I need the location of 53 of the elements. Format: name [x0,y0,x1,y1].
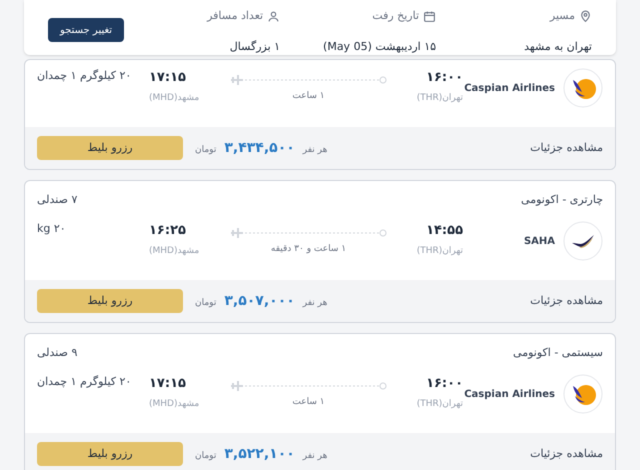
seats-left: ۷ صندلی [37,192,78,208]
field-value: ۱ بزرگسال [230,38,280,55]
departure-time: ۱۶:۰۰ [426,69,463,87]
departure-time: ۱۶:۰۰ [426,375,463,393]
currency-label: تومان [195,296,216,310]
person-icon [267,10,280,23]
airline-name: Caspian Airlines [464,388,555,402]
flight-duration: ۱ ساعت [292,396,325,409]
per-person-label: هر نفر [302,296,328,310]
currency-label: تومان [195,450,216,462]
currency-label: تومان [195,144,216,156]
flight-duration: ۱ ساعت [292,90,325,103]
baggage-allowance: kg ۲۰ [37,221,66,237]
book-ticket-button[interactable]: رزرو بلیط [37,289,183,313]
departure-city: تهران(THR) [416,398,463,410]
arrival-time: ۱۷:۱۵ [149,69,186,87]
ticket-price: ۳,۵۲۲,۱۰۰ [224,444,295,464]
book-ticket-button[interactable]: رزرو بلیط [37,442,183,466]
departure-city: تهران(THR) [416,92,463,104]
ticket-price: ۳,۴۳۴,۵۰۰ [224,138,295,158]
airline-name: SAHA [524,234,555,248]
baggage-allowance: ۲۰ کیلوگرم ۱ چمدان [37,374,132,390]
airline-logo [563,374,603,414]
per-person-label: هر نفر [302,144,328,156]
per-person-label: هر نفر [302,450,328,462]
airline-logo [563,221,603,261]
departure-city: تهران(THR) [416,244,463,258]
departure-time: ۱۴:۵۵ [426,222,463,240]
field-label: مسیر [550,8,575,24]
details-link[interactable]: مشاهده جزئیات [530,140,603,156]
arrival-city: مشهد(MHD) [149,244,200,258]
details-link[interactable]: مشاهده جزئیات [530,292,603,310]
field-label: تعداد مسافر [207,8,264,24]
calendar-icon [423,10,436,23]
field-value: تهران به مشهد [524,38,592,55]
arrival-time: ۱۷:۱۵ [149,375,186,393]
field-value: ۱۵ اردیبهشت (May 05) [323,38,436,55]
ticket-price: ۳,۵۰۷,۰۰۰ [224,292,295,310]
arrival-time: ۱۶:۲۵ [149,222,186,240]
location-pin-icon [579,10,592,23]
baggage-allowance: ۲۰ کیلوگرم ۱ چمدان [37,68,132,84]
fare-class: سیستمی - اکونومی [513,344,603,361]
details-link[interactable]: مشاهده جزئیات [530,446,603,462]
field-label: تاریخ رفت [372,8,420,24]
airline-name: Caspian Airlines [464,82,555,96]
airline-logo [563,68,603,108]
seats-left: ۹ صندلی [37,344,78,361]
arrival-city: مشهد(MHD) [149,92,200,104]
arrival-city: مشهد(MHD) [149,398,200,410]
book-ticket-button[interactable]: رزرو بلیط [37,136,183,160]
flight-duration: ۱ ساعت و ۳۰ دقیقه [270,243,346,256]
fare-class: چارتری - اکونومی [521,192,603,208]
change-search-button[interactable]: تغییر جستجو [48,18,124,42]
